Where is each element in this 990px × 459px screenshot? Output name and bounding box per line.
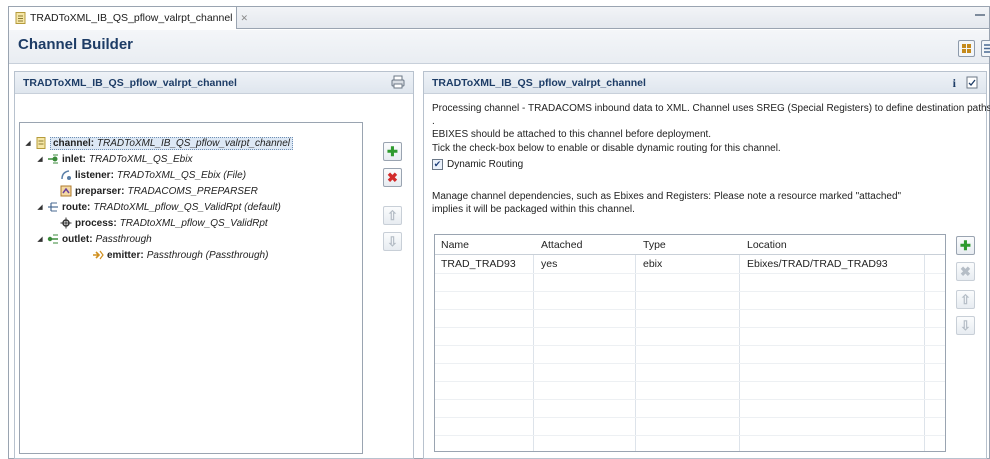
arrow-down-icon: ⇩ bbox=[960, 318, 971, 333]
channel-details-panel: TRADToXML_IB_QS_pflow_valrpt_channel i P… bbox=[423, 71, 990, 459]
editor-tab-bar: TRADToXML_IB_QS_pflow_valrpt_channel ✕ bbox=[9, 7, 989, 29]
description-line: EBIXES should be attached to this channe… bbox=[432, 129, 712, 140]
tree-node-value: Passthrough (Passthrough) bbox=[146, 249, 269, 261]
collapse-icon[interactable]: ◢ bbox=[36, 203, 44, 211]
tree-node-preparser[interactable]: preparser: TRADACOMS_PREPARSER bbox=[60, 183, 258, 199]
listener-icon bbox=[60, 169, 72, 181]
dependencies-hint: Manage channel dependencies, such as Ebi… bbox=[432, 190, 990, 216]
panel-title: TRADToXML_IB_QS_pflow_valrpt_channel bbox=[432, 77, 646, 89]
tree-node-value: TRADToXML_QS_Ebix bbox=[88, 153, 193, 165]
tree-node-value: TRADToXML_IB_QS_pflow_valrpt_channel bbox=[96, 137, 290, 149]
info-icon[interactable]: i bbox=[953, 76, 956, 91]
channel-structure-panel: TRADToXML_IB_QS_pflow_valrpt_channel ◢ c… bbox=[14, 71, 414, 459]
inlet-icon bbox=[47, 153, 59, 165]
panel-header: TRADToXML_IB_QS_pflow_valrpt_channel i bbox=[424, 72, 986, 94]
dynamic-routing-checkbox[interactable]: ✔ Dynamic Routing bbox=[432, 159, 523, 170]
move-down-button[interactable]: ⇩ bbox=[956, 316, 975, 335]
tree-node-route[interactable]: ◢ route: TRADtoXML_pflow_QS_ValidRpt (de… bbox=[36, 199, 281, 215]
close-icon[interactable]: ✕ bbox=[241, 13, 249, 24]
tree-node-inlet[interactable]: ◢ inlet: TRADToXML_QS_Ebix bbox=[36, 151, 192, 167]
tree-node-key: inlet: bbox=[62, 153, 86, 165]
dependencies-table[interactable]: Name Attached Type Location TRAD_TRAD93 … bbox=[434, 234, 946, 452]
cell-location: Ebixes/TRAD/TRAD_TRAD93 bbox=[747, 258, 888, 270]
print-icon[interactable] bbox=[391, 75, 405, 92]
tree-node-value: Passthrough bbox=[95, 233, 152, 245]
emitter-icon bbox=[92, 249, 104, 261]
arrow-up-icon: ⇧ bbox=[387, 208, 398, 223]
tree-node-outlet[interactable]: ◢ outlet: Passthrough bbox=[36, 231, 152, 247]
tree-node-key: process: bbox=[75, 217, 117, 229]
arrow-down-icon: ⇩ bbox=[387, 234, 398, 249]
tree-node-value: TRADtoXML_pflow_QS_ValidRpt (default) bbox=[93, 201, 281, 213]
preparser-icon bbox=[60, 185, 72, 197]
minimize-icon[interactable] bbox=[975, 10, 985, 16]
tree-node-key: channel: bbox=[53, 137, 95, 149]
editor-tab-title: TRADToXML_IB_QS_pflow_valrpt_channel bbox=[30, 12, 233, 24]
collapse-icon[interactable]: ◢ bbox=[36, 155, 44, 163]
route-icon bbox=[47, 201, 59, 213]
remove-dependency-button[interactable]: ✖ bbox=[956, 262, 975, 281]
editor-tab[interactable]: TRADToXML_IB_QS_pflow_valrpt_channel ✕ bbox=[9, 7, 248, 29]
routing-hint: Tick the check-box below to enable or di… bbox=[432, 143, 781, 154]
table-header: Name Attached Type Location bbox=[435, 235, 945, 255]
channel-description: Processing channel - TRADACOMS inbound d… bbox=[432, 102, 990, 141]
builder-header: Channel Builder bbox=[9, 30, 990, 64]
column-header-type[interactable]: Type bbox=[643, 239, 666, 251]
tree-node-key: emitter: bbox=[107, 249, 144, 261]
page-title: Channel Builder bbox=[18, 36, 134, 53]
description-line: Processing channel - TRADACOMS inbound d… bbox=[432, 103, 990, 127]
panel-header: TRADToXML_IB_QS_pflow_valrpt_channel bbox=[15, 72, 413, 94]
arrow-up-icon: ⇧ bbox=[960, 292, 971, 307]
tree-node-channel[interactable]: ◢ channel: TRADToXML_IB_QS_pflow_valrpt_… bbox=[24, 135, 293, 151]
column-header-name[interactable]: Name bbox=[441, 239, 469, 251]
list-view-icon[interactable] bbox=[981, 40, 990, 57]
cell-attached: yes bbox=[541, 258, 558, 270]
grid-view-icon[interactable] bbox=[958, 40, 975, 57]
column-header-location[interactable]: Location bbox=[747, 239, 787, 251]
hint-line: implies it will be packaged within this … bbox=[432, 204, 635, 215]
tree-node-value: TRADToXML_QS_Ebix (File) bbox=[116, 169, 247, 181]
plus-icon: ✚ bbox=[387, 144, 398, 159]
process-icon bbox=[60, 217, 72, 229]
tree-node-emitter[interactable]: emitter: Passthrough (Passthrough) bbox=[92, 247, 268, 263]
delete-icon: ✖ bbox=[960, 264, 971, 279]
hint-line: Manage channel dependencies, such as Ebi… bbox=[432, 191, 902, 202]
move-up-button[interactable]: ⇧ bbox=[956, 290, 975, 309]
channel-icon bbox=[35, 137, 47, 149]
cell-type: ebix bbox=[643, 258, 663, 270]
dynamic-routing-label: Dynamic Routing bbox=[447, 159, 524, 170]
remove-node-button[interactable]: ✖ bbox=[383, 168, 402, 187]
add-dependency-button[interactable]: ✚ bbox=[956, 236, 975, 255]
tree-node-key: listener: bbox=[75, 169, 114, 181]
tree-node-value: TRADACOMS_PREPARSER bbox=[127, 185, 258, 197]
tree-node-key: preparser: bbox=[75, 185, 125, 197]
cell-name: TRAD_TRAD93 bbox=[441, 258, 516, 270]
checkbox-checked-icon[interactable]: ✔ bbox=[432, 159, 443, 170]
column-header-attached[interactable]: Attached bbox=[541, 239, 582, 251]
channel-builder-editor: TRADToXML_IB_QS_pflow_valrpt_channel ✕ C… bbox=[8, 6, 990, 459]
outlet-icon bbox=[47, 233, 59, 245]
delete-icon: ✖ bbox=[387, 170, 398, 185]
add-node-button[interactable]: ✚ bbox=[383, 142, 402, 161]
move-down-button[interactable]: ⇩ bbox=[383, 232, 402, 251]
collapse-icon[interactable]: ◢ bbox=[36, 235, 44, 243]
help-icon[interactable] bbox=[966, 76, 978, 92]
collapse-icon[interactable]: ◢ bbox=[24, 139, 32, 147]
channel-tree[interactable]: ◢ channel: TRADToXML_IB_QS_pflow_valrpt_… bbox=[19, 122, 363, 454]
tree-node-listener[interactable]: listener: TRADToXML_QS_Ebix (File) bbox=[60, 167, 246, 183]
tree-node-key: route: bbox=[62, 201, 91, 213]
move-up-button[interactable]: ⇧ bbox=[383, 206, 402, 225]
tree-node-process[interactable]: process: TRADtoXML_pflow_QS_ValidRpt bbox=[60, 215, 268, 231]
panel-title: TRADToXML_IB_QS_pflow_valrpt_channel bbox=[23, 77, 237, 89]
plus-icon: ✚ bbox=[960, 238, 971, 253]
tree-node-value: TRADtoXML_pflow_QS_ValidRpt bbox=[119, 217, 268, 229]
channel-file-icon bbox=[15, 12, 26, 24]
tree-node-key: outlet: bbox=[62, 233, 93, 245]
